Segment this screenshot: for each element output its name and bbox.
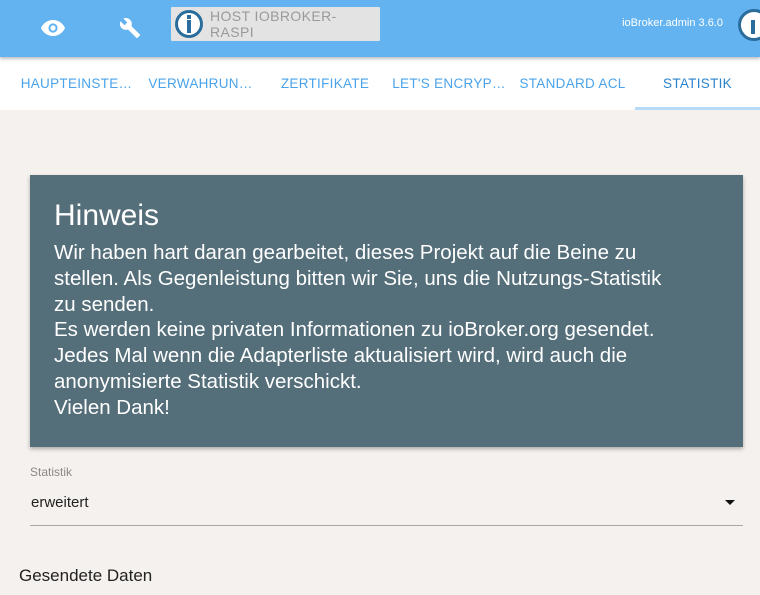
tab-haupteinstellungen[interactable]: HAUPTEINSTE… [0,57,153,110]
app-bar: HOST IOBROKER-RASPI ioBroker.admin 3.6.0 [0,0,760,57]
active-tab-indicator [635,107,760,110]
tab-statistik[interactable]: STATISTIK [635,57,760,110]
host-selector[interactable]: HOST IOBROKER-RASPI [171,7,380,41]
notice-text-line: Wir haben hart daran gearbeitet, dieses … [54,241,637,264]
notice-text-line: anonymisierte Statistik verschickt. [54,369,362,393]
iobroker-logo-icon [738,9,760,41]
notice-text-line: stellen. Als Gegenleistung bitten wir Si… [54,266,662,290]
notice-text-line: Vielen Dank! [54,395,170,419]
notice-text-line: Jedes Mal wenn die Adapterliste aktualis… [54,344,628,368]
notice-text-line: zu senden. [54,292,155,316]
version-label: ioBroker.admin 3.6.0 [622,17,723,29]
settings-tabs: HAUPTEINSTE… VERWAHRUN… ZERTIFIKATE LET'… [0,57,760,110]
notice-text-line: Es werden keine privaten Informationen z… [54,318,655,342]
sent-data-title: Gesendete Daten [19,566,153,585]
caret-down-icon [725,500,735,505]
host-label: HOST IOBROKER-RASPI [210,8,337,40]
tab-verwahrung[interactable]: VERWAHRUN… [144,57,257,110]
notice-title: Hinweis [54,199,160,232]
eye-icon[interactable] [33,8,73,48]
tab-standard-acl[interactable]: STANDARD ACL [510,57,635,110]
statistics-notice-card: Hinweis Wir haben hart daran gearbeitet,… [30,175,743,447]
statistics-select-value: erweitert [31,494,89,511]
statistics-select[interactable]: erweitert [30,486,743,526]
iobroker-logo-icon [175,10,203,38]
wrench-icon[interactable] [110,8,150,48]
tab-lets-encrypt[interactable]: LET'S ENCRYP… [388,57,510,110]
tab-zertifikate[interactable]: ZERTIFIKATE [265,57,385,110]
statistics-field-label: Statistik [30,465,73,479]
